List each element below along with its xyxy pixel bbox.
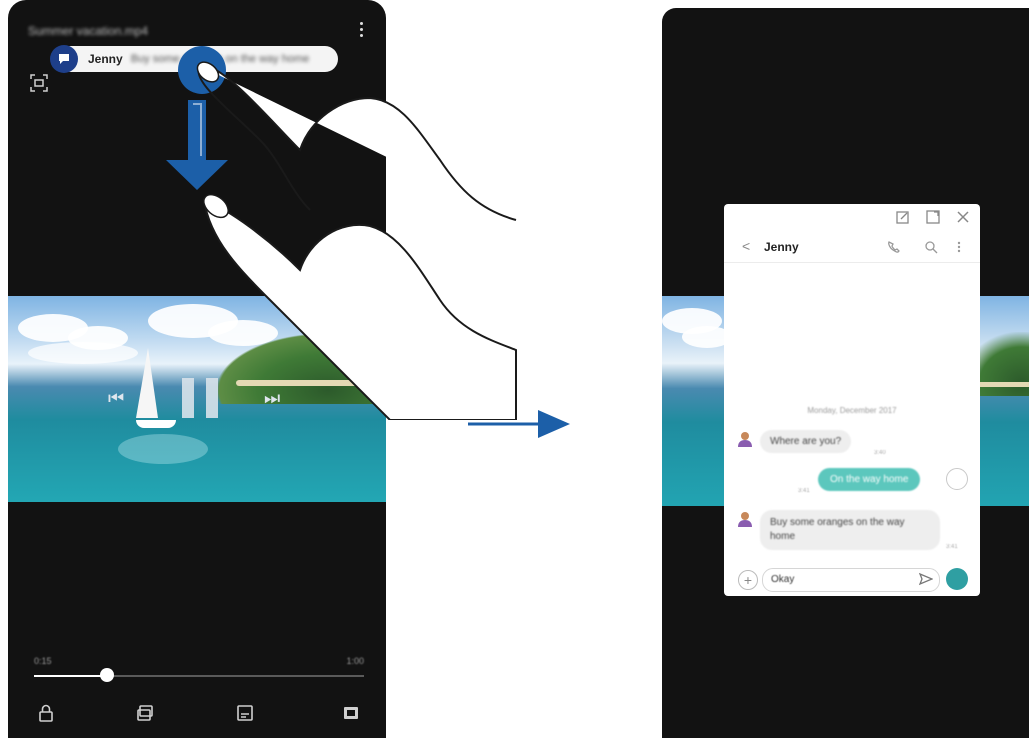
edit-icon[interactable]: [896, 210, 912, 226]
message-input-value: Okay: [771, 574, 795, 585]
message-composer: + Okay: [724, 564, 980, 596]
capture-icon[interactable]: [30, 74, 48, 92]
back-icon[interactable]: <: [742, 238, 750, 254]
sticker-button[interactable]: [946, 568, 968, 590]
message-time: 3:40: [874, 450, 886, 456]
fullscreen-icon[interactable]: [342, 704, 360, 722]
popup-toolbar: [896, 210, 972, 228]
previous-button[interactable]: ⏮: [108, 388, 124, 409]
avatar-icon: [738, 432, 752, 447]
right-phone-screen: < Jenny Monday, December 2017 Where are …: [662, 8, 1029, 738]
subtitle-icon[interactable]: [236, 704, 254, 722]
message-icon: [50, 45, 78, 73]
lower-hand: [202, 198, 517, 420]
notification-sender: Jenny: [88, 52, 123, 66]
contact-name: Jenny: [764, 240, 799, 254]
date-separator: Monday, December 2017: [807, 406, 897, 415]
more-icon[interactable]: [360, 22, 364, 38]
message-status-icon[interactable]: [946, 468, 968, 490]
transition-arrow-icon: [468, 410, 570, 438]
seek-progress: [34, 675, 107, 677]
message-time: 3:41: [798, 488, 810, 494]
more-icon[interactable]: [956, 240, 970, 254]
total-time: 1:00: [346, 656, 364, 666]
close-icon[interactable]: [956, 210, 972, 226]
video-title: Summer vacation.mp4: [28, 24, 149, 38]
expand-icon[interactable]: [926, 210, 942, 226]
add-attachment-button[interactable]: +: [738, 570, 758, 590]
message-input[interactable]: Okay: [762, 568, 940, 592]
lock-icon[interactable]: [38, 704, 56, 722]
incoming-message: Buy some oranges on the way home: [760, 510, 940, 550]
incoming-message: Where are you?: [760, 430, 852, 453]
avatar-icon: [738, 512, 752, 527]
upper-hand: [199, 64, 517, 221]
seek-bar[interactable]: [34, 675, 364, 677]
outgoing-message: On the way home: [818, 468, 921, 491]
message-time: 3:41: [946, 544, 958, 550]
send-icon[interactable]: [919, 572, 933, 586]
call-icon[interactable]: [886, 240, 900, 254]
popup-play-icon[interactable]: [136, 704, 154, 722]
search-icon[interactable]: [924, 240, 938, 254]
message-popup-window[interactable]: < Jenny Monday, December 2017 Where are …: [724, 204, 980, 596]
current-time: 0:15: [34, 656, 52, 666]
seek-thumb[interactable]: [100, 668, 114, 682]
down-arrow-icon: [166, 100, 228, 190]
chat-header: < Jenny: [724, 232, 980, 263]
swipe-down-gesture: [166, 46, 517, 420]
